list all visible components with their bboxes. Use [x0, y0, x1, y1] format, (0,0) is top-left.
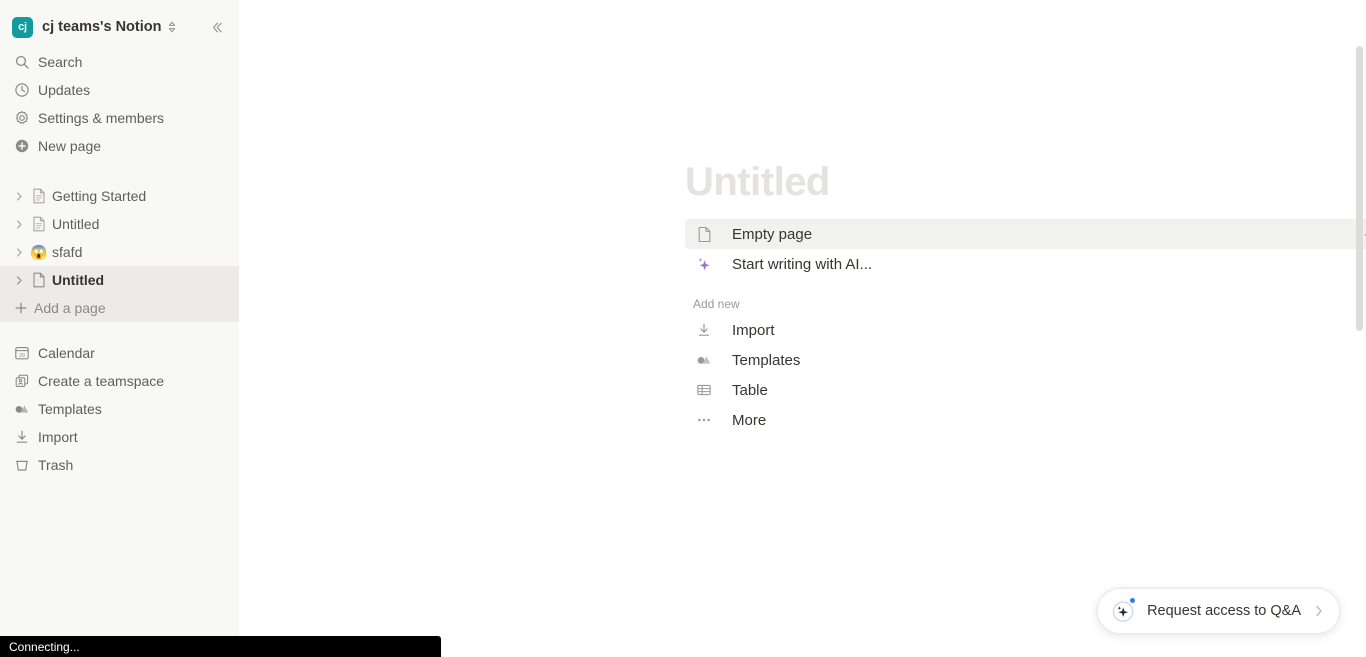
ellipsis-icon — [693, 412, 715, 428]
chevron-right-icon[interactable] — [10, 191, 28, 202]
import-icon — [14, 429, 34, 445]
notion-app-window: cj cj teams's Notion Search Updates Sett… — [0, 0, 1366, 657]
sidebar-item-label: Search — [38, 54, 83, 70]
emoji-screaming-face-icon: 😱 — [30, 243, 48, 260]
chevron-right-icon[interactable] — [10, 219, 28, 230]
chevron-right-icon[interactable] — [10, 247, 28, 258]
add-a-page-label: Add a page — [34, 300, 106, 316]
plus-circle-icon — [14, 138, 34, 154]
sidebar-item-search[interactable]: Search — [10, 48, 231, 76]
chevron-right-icon — [1313, 604, 1325, 618]
workspace-name: cj teams's Notion — [42, 19, 162, 35]
vertical-scrollbar-thumb[interactable] — [1356, 46, 1363, 331]
sidebar-page-label: Untitled — [52, 272, 105, 288]
option-more[interactable]: More — [685, 405, 1366, 435]
option-templates[interactable]: Templates — [685, 345, 1366, 375]
chevron-up-down-icon — [167, 20, 177, 34]
option-start-writing-with-ai[interactable]: Start writing with AI... — [685, 249, 1366, 279]
sidebar-item-new-page[interactable]: New page — [10, 132, 231, 160]
option-label: Start writing with AI... — [732, 255, 873, 273]
sidebar-page-untitled-2-selected[interactable]: Untitled — [0, 266, 239, 294]
request-access-qa-button[interactable]: Request access to Q&A — [1097, 588, 1340, 634]
option-label: Table — [732, 381, 768, 399]
sidebar-item-label: Create a teamspace — [38, 373, 165, 389]
option-table[interactable]: Table — [685, 375, 1366, 405]
collapse-sidebar-button[interactable] — [208, 19, 229, 36]
sidebar-item-label: New page — [38, 138, 102, 154]
sidebar-item-updates[interactable]: Updates — [10, 76, 231, 104]
sidebar-page-label: sfafd — [52, 244, 83, 260]
search-icon — [14, 54, 34, 70]
option-empty-page[interactable]: Empty page — [685, 219, 1366, 249]
sidebar-item-import[interactable]: Import — [10, 423, 231, 451]
sidebar-page-label: Untitled — [52, 216, 100, 232]
clock-icon — [14, 82, 34, 98]
svg-text:29: 29 — [19, 353, 25, 359]
sidebar-item-create-teamspace[interactable]: Create a teamspace — [10, 367, 231, 395]
table-icon — [693, 382, 715, 398]
workspace-switcher[interactable]: cj cj teams's Notion — [10, 12, 231, 42]
templates-icon — [14, 401, 34, 417]
sidebar-item-templates[interactable]: Templates — [10, 395, 231, 423]
sidebar-page-label: Getting Started — [52, 188, 147, 204]
sidebar-item-label: Calendar — [38, 345, 95, 361]
page-icon — [28, 188, 50, 204]
sidebar-page-sfafd[interactable]: 😱 sfafd — [0, 238, 239, 266]
sidebar-item-label: Settings & members — [38, 110, 165, 126]
sidebar-item-trash[interactable]: Trash — [10, 451, 231, 479]
calendar-icon: 29 — [14, 345, 34, 361]
sidebar: cj cj teams's Notion Search Updates Sett… — [0, 0, 239, 657]
option-label: More — [732, 411, 767, 429]
teamspace-icon — [14, 373, 34, 389]
add-a-page-button[interactable]: Add a page — [0, 294, 239, 322]
page-icon — [693, 226, 715, 243]
status-bar-text: Connecting... — [9, 639, 80, 654]
ai-sparkle-icon — [693, 256, 715, 272]
main-content: Untitled Empty page Start writing with A… — [239, 0, 1366, 657]
option-label: Import — [732, 321, 775, 339]
sidebar-page-getting-started[interactable]: Getting Started — [0, 182, 239, 210]
templates-icon — [693, 352, 715, 368]
trash-icon — [14, 457, 34, 473]
sidebar-item-calendar[interactable]: 29 Calendar — [10, 339, 231, 367]
notification-dot-badge — [1129, 597, 1137, 604]
sidebar-item-label: Trash — [38, 457, 74, 473]
sidebar-item-label: Import — [38, 429, 78, 445]
option-import[interactable]: Import — [685, 315, 1366, 345]
import-icon — [693, 322, 715, 338]
workspace-avatar: cj — [12, 16, 33, 38]
request-access-qa-label: Request access to Q&A — [1147, 603, 1301, 619]
blank-page-icon — [28, 272, 50, 288]
status-bar: Connecting... — [0, 636, 441, 657]
add-new-section-label: Add new — [693, 297, 740, 311]
gear-icon — [14, 110, 34, 126]
sidebar-page-untitled-1[interactable]: Untitled — [0, 210, 239, 238]
ai-sparkle-circle-icon — [1110, 597, 1137, 624]
option-label: Empty page — [732, 225, 813, 243]
new-page-options-menu: Empty page Start writing with AI... Add … — [685, 219, 1366, 435]
sidebar-item-settings-members[interactable]: Settings & members — [10, 104, 231, 132]
sidebar-item-label: Updates — [38, 82, 91, 98]
sidebar-item-label: Templates — [38, 401, 102, 417]
plus-icon — [10, 301, 32, 315]
page-title-placeholder[interactable]: Untitled — [685, 160, 830, 205]
page-icon — [28, 216, 50, 232]
chevron-right-icon[interactable] — [10, 275, 28, 286]
option-label: Templates — [732, 351, 801, 369]
